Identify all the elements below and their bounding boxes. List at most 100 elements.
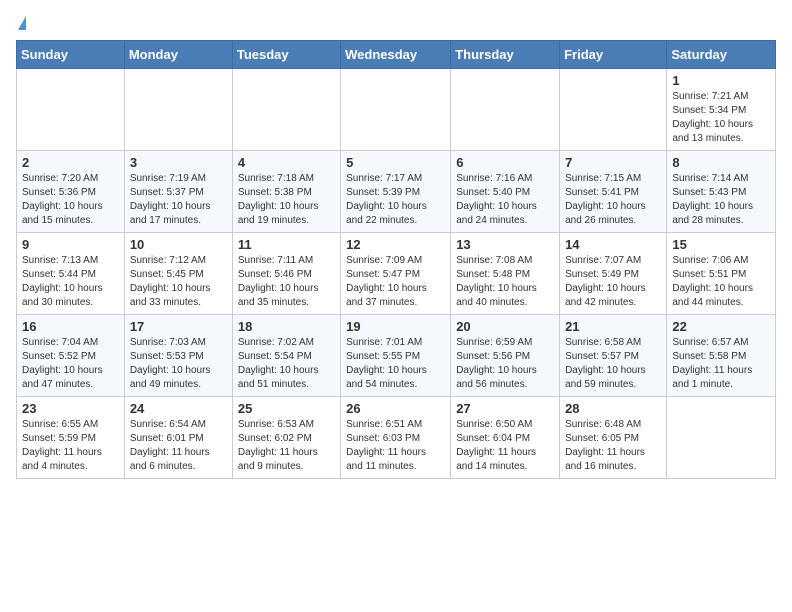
day-cell: 8 Sunrise: 7:14 AM Sunset: 5:43 PM Daylig… <box>667 151 776 233</box>
day-info: Sunrise: 6:58 AM Sunset: 5:57 PM Dayligh… <box>565 336 661 392</box>
day-info: Sunrise: 7:17 AM Sunset: 5:39 PM Dayligh… <box>346 172 445 228</box>
day-cell: 16 Sunrise: 7:04 AM Sunset: 5:52 PM Dayli… <box>17 315 125 397</box>
day-cell: 18Sunrise: 7:02 AM Sunset: 5:54 PM Dayli… <box>232 315 340 397</box>
weekday-row: SundayMondayTuesdayWednesdayThursdayFrid… <box>17 41 776 69</box>
calendar-body: 1 Sunrise: 7:21 AM Sunset: 5:34 PM Daylig… <box>17 69 776 479</box>
day-number: 10 <box>130 237 227 252</box>
day-info: Sunrise: 6:55 AM Sunset: 5:59 PM Dayligh… <box>22 418 119 474</box>
day-info: Sunrise: 6:59 AM Sunset: 5:56 PM Dayligh… <box>456 336 554 392</box>
day-number: 20 <box>456 319 554 334</box>
day-info: Sunrise: 7:04 AM Sunset: 5:52 PM Dayligh… <box>22 336 119 392</box>
day-cell: 19 Sunrise: 7:01 AM Sunset: 5:55 PM Dayli… <box>341 315 451 397</box>
week-row-1: 2 Sunrise: 7:20 AM Sunset: 5:36 PM Daylig… <box>17 151 776 233</box>
day-cell <box>17 69 125 151</box>
day-cell: 24Sunrise: 6:54 AM Sunset: 6:01 PM Dayli… <box>124 397 232 479</box>
day-cell: 22Sunrise: 6:57 AM Sunset: 5:58 PM Dayli… <box>667 315 776 397</box>
day-info: Sunrise: 7:15 AM Sunset: 5:41 PM Dayligh… <box>565 172 661 228</box>
day-number: 17 <box>130 319 227 334</box>
day-number: 8 <box>672 155 770 170</box>
day-cell: 25 Sunrise: 6:53 AM Sunset: 6:02 PM Dayli… <box>232 397 340 479</box>
weekday-saturday: Saturday <box>667 41 776 69</box>
day-info: Sunrise: 7:06 AM Sunset: 5:51 PM Dayligh… <box>672 254 770 310</box>
day-cell <box>451 69 560 151</box>
day-info: Sunrise: 7:01 AM Sunset: 5:55 PM Dayligh… <box>346 336 445 392</box>
day-info: Sunrise: 6:53 AM Sunset: 6:02 PM Dayligh… <box>238 418 335 474</box>
day-number: 28 <box>565 401 661 416</box>
day-cell <box>341 69 451 151</box>
day-number: 27 <box>456 401 554 416</box>
day-info: Sunrise: 7:08 AM Sunset: 5:48 PM Dayligh… <box>456 254 554 310</box>
day-info: Sunrise: 7:09 AM Sunset: 5:47 PM Dayligh… <box>346 254 445 310</box>
day-number: 3 <box>130 155 227 170</box>
day-number: 13 <box>456 237 554 252</box>
day-cell: 28 Sunrise: 6:48 AM Sunset: 6:05 PM Dayli… <box>560 397 667 479</box>
day-number: 19 <box>346 319 445 334</box>
day-number: 21 <box>565 319 661 334</box>
day-number: 26 <box>346 401 445 416</box>
week-row-0: 1 Sunrise: 7:21 AM Sunset: 5:34 PM Daylig… <box>17 69 776 151</box>
day-cell: 7 Sunrise: 7:15 AM Sunset: 5:41 PM Daylig… <box>560 151 667 233</box>
day-cell <box>667 397 776 479</box>
day-cell: 11Sunrise: 7:11 AM Sunset: 5:46 PM Dayli… <box>232 233 340 315</box>
week-row-3: 16 Sunrise: 7:04 AM Sunset: 5:52 PM Dayli… <box>17 315 776 397</box>
weekday-thursday: Thursday <box>451 41 560 69</box>
week-row-2: 9 Sunrise: 7:13 AM Sunset: 5:44 PM Daylig… <box>17 233 776 315</box>
day-number: 6 <box>456 155 554 170</box>
day-info: Sunrise: 7:14 AM Sunset: 5:43 PM Dayligh… <box>672 172 770 228</box>
day-number: 18 <box>238 319 335 334</box>
day-cell: 2 Sunrise: 7:20 AM Sunset: 5:36 PM Daylig… <box>17 151 125 233</box>
day-number: 4 <box>238 155 335 170</box>
day-info: Sunrise: 7:07 AM Sunset: 5:49 PM Dayligh… <box>565 254 661 310</box>
day-number: 2 <box>22 155 119 170</box>
day-info: Sunrise: 7:19 AM Sunset: 5:37 PM Dayligh… <box>130 172 227 228</box>
day-cell: 6Sunrise: 7:16 AM Sunset: 5:40 PM Daylig… <box>451 151 560 233</box>
day-cell: 3 Sunrise: 7:19 AM Sunset: 5:37 PM Daylig… <box>124 151 232 233</box>
day-info: Sunrise: 7:21 AM Sunset: 5:34 PM Dayligh… <box>672 90 770 146</box>
day-cell: 10 Sunrise: 7:12 AM Sunset: 5:45 PM Dayli… <box>124 233 232 315</box>
weekday-monday: Monday <box>124 41 232 69</box>
day-number: 9 <box>22 237 119 252</box>
calendar-table: SundayMondayTuesdayWednesdayThursdayFrid… <box>16 40 776 479</box>
day-cell: 26 Sunrise: 6:51 AM Sunset: 6:03 PM Dayli… <box>341 397 451 479</box>
weekday-sunday: Sunday <box>17 41 125 69</box>
day-number: 16 <box>22 319 119 334</box>
day-number: 5 <box>346 155 445 170</box>
day-cell: 15 Sunrise: 7:06 AM Sunset: 5:51 PM Dayli… <box>667 233 776 315</box>
day-number: 23 <box>22 401 119 416</box>
day-cell <box>560 69 667 151</box>
day-cell: 17 Sunrise: 7:03 AM Sunset: 5:53 PM Dayli… <box>124 315 232 397</box>
day-info: Sunrise: 7:13 AM Sunset: 5:44 PM Dayligh… <box>22 254 119 310</box>
calendar-header: SundayMondayTuesdayWednesdayThursdayFrid… <box>17 41 776 69</box>
page-header <box>16 16 776 30</box>
day-info: Sunrise: 7:11 AM Sunset: 5:46 PM Dayligh… <box>238 254 335 310</box>
day-info: Sunrise: 7:18 AM Sunset: 5:38 PM Dayligh… <box>238 172 335 228</box>
day-info: Sunrise: 6:48 AM Sunset: 6:05 PM Dayligh… <box>565 418 661 474</box>
weekday-friday: Friday <box>560 41 667 69</box>
day-number: 7 <box>565 155 661 170</box>
day-info: Sunrise: 7:03 AM Sunset: 5:53 PM Dayligh… <box>130 336 227 392</box>
day-number: 12 <box>346 237 445 252</box>
day-info: Sunrise: 7:12 AM Sunset: 5:45 PM Dayligh… <box>130 254 227 310</box>
logo-icon <box>18 16 26 30</box>
day-cell: 20 Sunrise: 6:59 AM Sunset: 5:56 PM Dayli… <box>451 315 560 397</box>
day-info: Sunrise: 6:51 AM Sunset: 6:03 PM Dayligh… <box>346 418 445 474</box>
day-cell: 5 Sunrise: 7:17 AM Sunset: 5:39 PM Daylig… <box>341 151 451 233</box>
day-number: 1 <box>672 73 770 88</box>
day-cell: 21 Sunrise: 6:58 AM Sunset: 5:57 PM Dayli… <box>560 315 667 397</box>
day-cell: 4 Sunrise: 7:18 AM Sunset: 5:38 PM Daylig… <box>232 151 340 233</box>
day-number: 14 <box>565 237 661 252</box>
day-cell <box>124 69 232 151</box>
weekday-tuesday: Tuesday <box>232 41 340 69</box>
day-cell: 23 Sunrise: 6:55 AM Sunset: 5:59 PM Dayli… <box>17 397 125 479</box>
day-cell: 14 Sunrise: 7:07 AM Sunset: 5:49 PM Dayli… <box>560 233 667 315</box>
day-cell <box>232 69 340 151</box>
day-number: 25 <box>238 401 335 416</box>
day-number: 15 <box>672 237 770 252</box>
day-cell: 13 Sunrise: 7:08 AM Sunset: 5:48 PM Dayli… <box>451 233 560 315</box>
day-cell: 9 Sunrise: 7:13 AM Sunset: 5:44 PM Daylig… <box>17 233 125 315</box>
day-info: Sunrise: 6:57 AM Sunset: 5:58 PM Dayligh… <box>672 336 770 392</box>
day-info: Sunrise: 7:20 AM Sunset: 5:36 PM Dayligh… <box>22 172 119 228</box>
weekday-wednesday: Wednesday <box>341 41 451 69</box>
day-cell: 12 Sunrise: 7:09 AM Sunset: 5:47 PM Dayli… <box>341 233 451 315</box>
day-cell: 1 Sunrise: 7:21 AM Sunset: 5:34 PM Daylig… <box>667 69 776 151</box>
